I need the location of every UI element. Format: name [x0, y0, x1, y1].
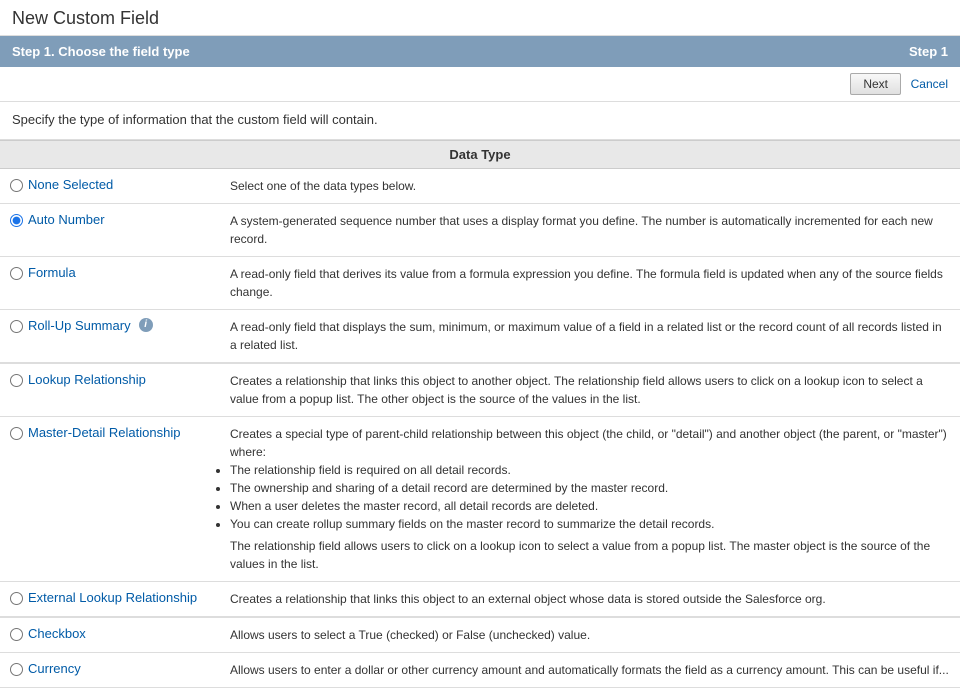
description-text: Allows users to select a True (checked) …: [230, 626, 950, 644]
bullet-item: When a user deletes the master record, a…: [230, 497, 950, 515]
description-text: Creates a relationship that links this o…: [230, 590, 950, 608]
description-text: Select one of the data types below.: [230, 177, 950, 195]
column-header: Data Type: [0, 141, 960, 169]
radio-cell: Currency: [0, 653, 220, 688]
radio-label-currency[interactable]: Currency: [10, 661, 214, 676]
description-cell: Allows users to enter a dollar or other …: [220, 653, 960, 688]
radio-label-checkbox[interactable]: Checkbox: [10, 626, 214, 641]
page-header: New Custom Field: [0, 0, 960, 36]
radio-label-external-lookup-relationship[interactable]: External Lookup Relationship: [10, 590, 214, 605]
step-header-label: Step 1. Choose the field type: [12, 44, 190, 59]
radio-cell: External Lookup Relationship: [0, 582, 220, 618]
radio-label-roll-up-summary[interactable]: Roll-Up Summary i: [10, 318, 214, 333]
description-text: Creates a special type of parent-child r…: [230, 425, 950, 461]
radio-cell: Checkbox: [0, 617, 220, 653]
description-cell: Creates a special type of parent-child r…: [220, 417, 960, 582]
radio-lookup-relationship[interactable]: [10, 374, 23, 387]
cancel-link[interactable]: Cancel: [911, 77, 948, 91]
description-cell: A read-only field that displays the sum,…: [220, 310, 960, 364]
table-container: Data Type None Selected Select one of the…: [0, 140, 960, 688]
page-title: New Custom Field: [12, 8, 948, 29]
description-cell: Select one of the data types below.: [220, 169, 960, 204]
radio-label-text: Lookup Relationship: [28, 372, 146, 387]
bullet-item: The relationship field is required on al…: [230, 461, 950, 479]
radio-label-text: Checkbox: [28, 626, 86, 641]
bullet-item: The ownership and sharing of a detail re…: [230, 479, 950, 497]
next-button[interactable]: Next: [850, 73, 901, 95]
table-row: None Selected Select one of the data type…: [0, 169, 960, 204]
description-text: A system-generated sequence number that …: [230, 212, 950, 248]
radio-master-detail-relationship[interactable]: [10, 427, 23, 440]
radio-cell: None Selected: [0, 169, 220, 204]
description-cell: Creates a relationship that links this o…: [220, 363, 960, 417]
radio-label-formula[interactable]: Formula: [10, 265, 214, 280]
radio-cell: Auto Number: [0, 204, 220, 257]
radio-currency[interactable]: [10, 663, 23, 676]
radio-label-text: Auto Number: [28, 212, 105, 227]
table-row: Master-Detail Relationship Creates a spec…: [0, 417, 960, 582]
table-row: Auto Number A system-generated sequence n…: [0, 204, 960, 257]
description-cell: A read-only field that derives its value…: [220, 257, 960, 310]
radio-label-text: Master-Detail Relationship: [28, 425, 180, 440]
radio-cell: Roll-Up Summary i: [0, 310, 220, 364]
radio-label-text: None Selected: [28, 177, 113, 192]
radio-cell: Formula: [0, 257, 220, 310]
radio-auto-number[interactable]: [10, 214, 23, 227]
radio-label-text: Roll-Up Summary: [28, 318, 131, 333]
radio-roll-up-summary[interactable]: [10, 320, 23, 333]
info-icon[interactable]: i: [139, 318, 153, 332]
description-after-text: The relationship field allows users to c…: [230, 537, 950, 573]
table-row: External Lookup Relationship Creates a re…: [0, 582, 960, 618]
radio-checkbox[interactable]: [10, 628, 23, 641]
description-cell: Allows users to select a True (checked) …: [220, 617, 960, 653]
description-text: Creates a relationship that links this o…: [230, 372, 950, 408]
radio-external-lookup-relationship[interactable]: [10, 592, 23, 605]
bullet-item: You can create rollup summary fields on …: [230, 515, 950, 533]
radio-none-selected[interactable]: [10, 179, 23, 192]
bullet-list: The relationship field is required on al…: [230, 461, 950, 533]
table-row: Roll-Up Summary i A read-only field that d…: [0, 310, 960, 364]
radio-label-text: Formula: [28, 265, 76, 280]
step-header-number: Step 1: [909, 44, 948, 59]
description-text: A read-only field that displays the sum,…: [230, 318, 950, 354]
table-row: Lookup Relationship Creates a relationshi…: [0, 363, 960, 417]
radio-label-auto-number[interactable]: Auto Number: [10, 212, 214, 227]
radio-label-lookup-relationship[interactable]: Lookup Relationship: [10, 372, 214, 387]
action-bar: Next Cancel: [0, 67, 960, 102]
table-row: Currency Allows users to enter a dollar o…: [0, 653, 960, 688]
radio-label-text: Currency: [28, 661, 81, 676]
step-header: Step 1. Choose the field type Step 1: [0, 36, 960, 67]
radio-label-none-selected[interactable]: None Selected: [10, 177, 214, 192]
radio-formula[interactable]: [10, 267, 23, 280]
radio-cell: Master-Detail Relationship: [0, 417, 220, 582]
table-row: Formula A read-only field that derives it…: [0, 257, 960, 310]
intro-text: Specify the type of information that the…: [0, 102, 960, 140]
description-text: A read-only field that derives its value…: [230, 265, 950, 301]
description-text: Allows users to enter a dollar or other …: [230, 661, 950, 679]
description-cell: A system-generated sequence number that …: [220, 204, 960, 257]
radio-label-text: External Lookup Relationship: [28, 590, 197, 605]
radio-cell: Lookup Relationship: [0, 363, 220, 417]
description-cell: Creates a relationship that links this o…: [220, 582, 960, 618]
radio-label-master-detail-relationship[interactable]: Master-Detail Relationship: [10, 425, 214, 440]
table-row: Checkbox Allows users to select a True (c…: [0, 617, 960, 653]
